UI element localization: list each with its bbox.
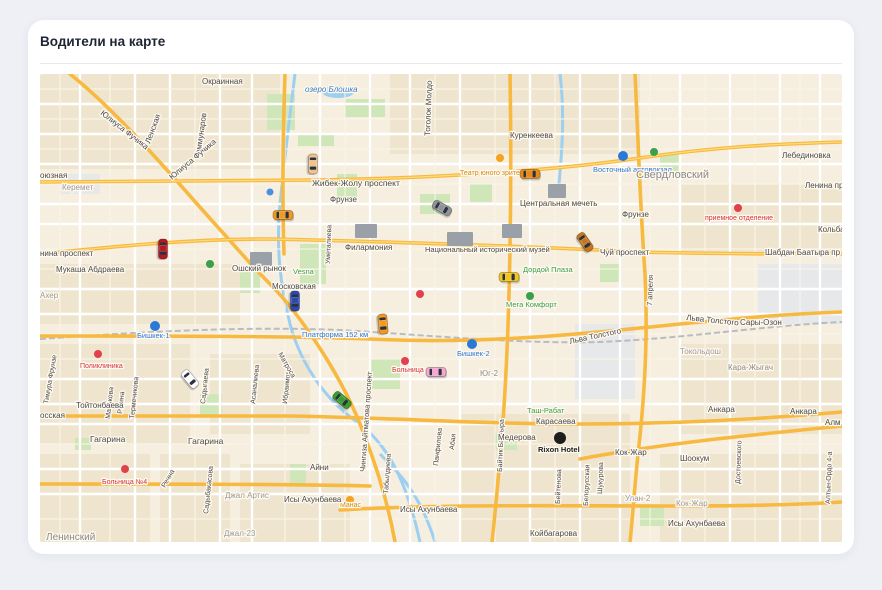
label-isy1: Исы Ахунбаева: [284, 495, 342, 504]
label-dordoi: Дордой Плаза: [523, 265, 573, 274]
label-kokzhar2: Кок-Жар: [676, 499, 708, 508]
label-muzey: Национальный исторический музей: [425, 245, 550, 254]
label-aprel: 7 апреля: [645, 275, 655, 306]
car-marker[interactable]: [425, 367, 447, 379]
label-leninsky: Ленинский: [46, 532, 95, 542]
label-mederova: Медерова: [498, 433, 536, 442]
label-zhibek: Жибек-Жолу проспект: [312, 178, 400, 188]
label-shukurova: Шукурова: [597, 462, 605, 494]
label-sverdlovsky: Свердловский: [636, 169, 709, 181]
label-beltenova: Бейтенова: [554, 469, 563, 504]
label-prospekt-left: нина проспект: [40, 249, 94, 258]
label-kojoznaya: оюзная: [40, 171, 67, 180]
label-ozero: озеро Блошка: [305, 85, 358, 94]
car-marker[interactable]: [272, 210, 294, 222]
card-title: Водители на карте: [40, 34, 166, 49]
label-yug2: Юг-2: [480, 369, 499, 378]
label-ankara: Анкара: [708, 405, 735, 414]
label-platforma: Платформа 152 км: [302, 330, 368, 339]
label-ankara2: Анкара: [790, 407, 817, 416]
label-rixon: Rixon Hotel: [538, 445, 580, 454]
label-isy2: Исы Ахунбаева: [400, 505, 458, 514]
label-poliklinika: Поликлиника: [80, 363, 123, 370]
label-alma: Алм: [825, 418, 841, 427]
drivers-map-card: Водители на карте Окраинная озеро Блошка…: [28, 20, 854, 554]
car-marker[interactable]: [288, 290, 300, 312]
label-kokzhar1: Кок-Жар: [615, 448, 647, 457]
label-akhera: Ахер: [40, 291, 59, 300]
label-filarmonia: Филармония: [345, 243, 392, 252]
label-mukasha: Мукаша Абдраева: [56, 265, 125, 274]
map-canvas[interactable]: Окраинная озеро Блошка Ленская Коммунаро…: [40, 74, 842, 542]
label-belorusskaya: Белорусская: [583, 464, 591, 506]
label-manas: Манас: [340, 502, 362, 509]
label-gagarina2: Гагарина: [188, 436, 224, 446]
label-gagarina1: Гагарина: [90, 434, 126, 444]
label-okrainnaya: Окраинная: [202, 77, 243, 86]
label-osh: Ошский рынок: [232, 264, 286, 273]
label-teatr: Театр юного зрителя: [460, 170, 528, 177]
map-view[interactable]: Окраинная озеро Блошка Ленская Коммунаро…: [40, 74, 842, 542]
label-karasaeva: Карасаева: [536, 417, 576, 426]
label-shabdan: Шабдан Баатыра пр: [765, 248, 841, 257]
label-bishkek2: Бишкек-2: [457, 349, 490, 358]
label-isy3: Исы Ахунбаева: [668, 519, 726, 528]
label-moskovskaya: Московская: [272, 282, 316, 291]
car-marker[interactable]: [519, 169, 541, 181]
car-marker[interactable]: [498, 272, 520, 284]
label-frunze2: Фрунзе: [622, 210, 649, 219]
label-tash-rabat: Таш-Рабат: [527, 406, 565, 415]
car-marker[interactable]: [306, 153, 318, 175]
label-lebedinovka: Лебединовка: [782, 151, 831, 160]
label-aini: Айни: [310, 463, 329, 472]
label-vesna: Vesna: [293, 267, 315, 276]
car-marker[interactable]: [375, 313, 389, 336]
label-toitonbaeva: Тойтонбаева: [76, 401, 124, 410]
label-sary-ozon: Сары-Озон: [740, 318, 782, 327]
label-ulan: Улан-2: [625, 494, 651, 503]
label-shookum: Шоокум: [680, 454, 709, 463]
label-kosskaya: осская: [40, 411, 65, 420]
label-umetalieva: Уметалиева: [325, 225, 333, 264]
label-lenina1: Ленина пр: [805, 181, 842, 190]
car-marker[interactable]: [156, 238, 168, 260]
label-kurenkeeva: Куренкеева: [510, 131, 554, 140]
divider: [40, 63, 842, 64]
label-kolba: Кольба: [818, 225, 842, 234]
label-priemnoe: приемное отделение: [705, 215, 773, 222]
label-tokolsh: Токольдош: [680, 347, 721, 356]
label-bishkek1: Бишкек-1: [137, 331, 170, 340]
label-mega: Мега Комфорт: [506, 300, 557, 309]
label-bolnica4: Больница №4: [102, 479, 147, 486]
label-jal-artis: Джал Артис: [225, 491, 269, 500]
label-keremet: Керемет: [62, 183, 94, 192]
label-kara-zhygach: Кара-Жыгач: [728, 363, 773, 372]
label-koibagarova: Койбагарова: [530, 529, 578, 538]
label-jal23: Джал-23: [224, 529, 256, 538]
label-mechet: Центральная мечеть: [520, 199, 597, 208]
label-bolnica: Больница: [392, 367, 424, 374]
label-frunze1: Фрунзе: [330, 195, 357, 204]
label-chuy: Чуй проспект: [600, 248, 650, 257]
